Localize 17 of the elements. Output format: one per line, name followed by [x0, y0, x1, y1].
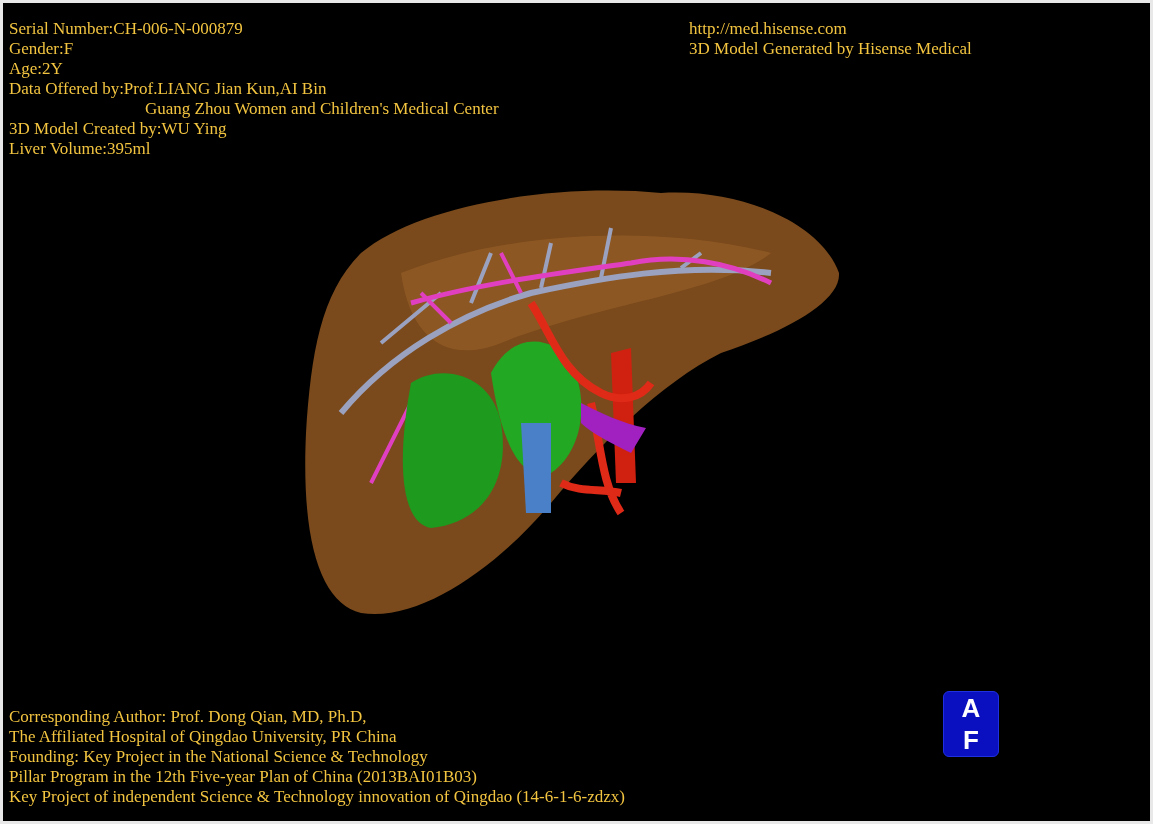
case-info-text: Data Offered by:Prof.LIANG Jian Kun,AI Bin — [9, 79, 327, 99]
case-info-text: 3D Model Created by:WU Ying — [9, 119, 227, 139]
footer-text: The Affiliated Hospital of Qingdao University, PR China — [9, 727, 397, 747]
credit-text: 3D Model Generated by Hisense Medical — [689, 39, 972, 59]
footer-text: Pillar Program in the 12th Five-year Plan of China (2013BAI01B03) — [9, 767, 477, 787]
footer-text: Corresponding Author: Prof. Dong Qian, MD, Ph.D, — [9, 707, 367, 727]
case-info-text: Gender:F — [9, 39, 74, 59]
cube-face-label: F — [963, 726, 979, 754]
case-info-text: Guang Zhou Women and Children's Medical Center — [144, 99, 499, 119]
credit-text: http://med.hisense.com — [689, 19, 847, 39]
case-info-text: Age:2Y — [9, 59, 63, 79]
case-info-text: Liver Volume:395ml — [9, 139, 151, 159]
cube-face-label: A — [961, 694, 981, 722]
orientation-cube[interactable]: A F — [943, 691, 999, 757]
footer-text: Key Project of independent Science & Technology innovation of Qingdao (14-6-1-6-zdzx) — [9, 787, 625, 807]
footer-text: Founding: Key Project in the National Science & Technology — [9, 747, 428, 767]
case-info-text: Serial Number:CH-006-N-000879 — [9, 19, 243, 39]
